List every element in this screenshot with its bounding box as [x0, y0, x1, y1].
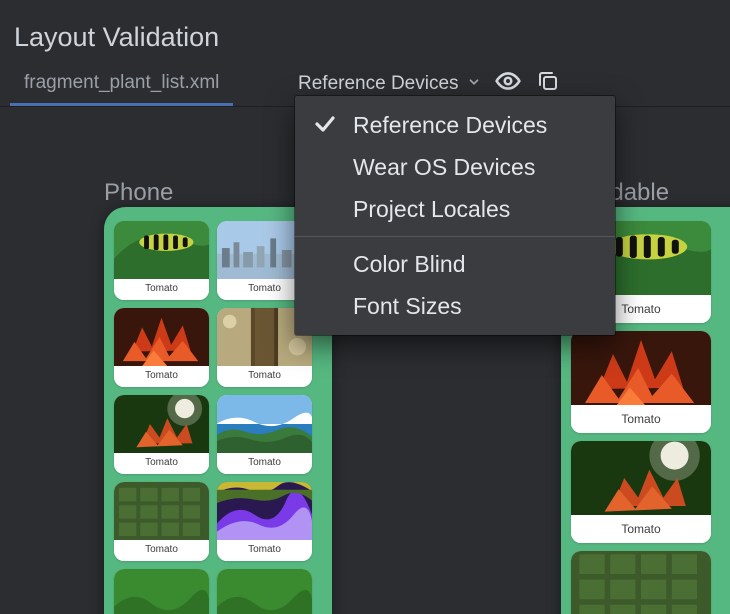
item-label: Tomato [114, 540, 209, 561]
list-item: Tomato [114, 308, 209, 387]
file-tab-label: fragment_plant_list.xml [24, 72, 219, 94]
menu-item-reference-devices[interactable]: Reference Devices [295, 104, 615, 146]
menu-item-label: Project Locales [353, 196, 510, 223]
item-label: Tomato [217, 540, 312, 561]
thumbnail-image [571, 331, 711, 405]
copy-icon [536, 69, 560, 99]
menu-item-label: Font Sizes [353, 293, 462, 320]
item-label: Tomato [114, 366, 209, 387]
list-item: Tomato [217, 482, 312, 561]
menu-separator [295, 236, 615, 237]
list-item: Tomato [114, 569, 209, 614]
list-item: Tomato [114, 221, 209, 300]
thumbnail-image [114, 308, 209, 366]
thumbnail-image [217, 569, 312, 614]
item-label: Tomato [571, 515, 711, 543]
menu-item-font-sizes[interactable]: Font Sizes [295, 285, 615, 327]
list-item: Tomato [571, 551, 711, 614]
dropdown-label: Reference Devices [298, 73, 459, 95]
list-item: Tomato [571, 441, 711, 543]
thumbnail-image [571, 441, 711, 515]
copy-layouts-button[interactable] [535, 71, 561, 97]
thumbnail-image [114, 569, 209, 614]
thumbnail-image [114, 482, 209, 540]
list-item: Tomato [114, 482, 209, 561]
list-item: Tomato [114, 395, 209, 474]
item-label: Tomato [217, 366, 312, 387]
check-icon [313, 112, 337, 136]
thumbnail-image [114, 395, 209, 453]
chevron-down-icon [467, 73, 481, 95]
thumbnail-image [217, 482, 312, 540]
thumbnail-image [114, 221, 209, 279]
list-item: Tomato [571, 331, 711, 433]
panel-title: Layout Validation [14, 22, 219, 53]
validation-mode-dropdown[interactable]: Reference Devices [298, 73, 481, 95]
preview-label-phone: Phone [104, 179, 173, 207]
menu-item-label: Wear OS Devices [353, 154, 535, 181]
menu-item-project-locales[interactable]: Project Locales [295, 188, 615, 230]
item-label: Tomato [114, 453, 209, 474]
menu-item-color-blind[interactable]: Color Blind [295, 243, 615, 285]
thumbnail-image [217, 395, 312, 453]
list-item: Tomato [217, 395, 312, 474]
file-tab[interactable]: fragment_plant_list.xml [10, 62, 233, 106]
menu-item-wear-os[interactable]: Wear OS Devices [295, 146, 615, 188]
menu-item-label: Color Blind [353, 251, 466, 278]
menu-item-label: Reference Devices [353, 112, 547, 139]
item-label: Tomato [571, 405, 711, 433]
visibility-toggle-button[interactable] [495, 71, 521, 97]
item-label: Tomato [217, 453, 312, 474]
thumbnail-image [571, 551, 711, 614]
validation-mode-menu: Reference Devices Wear OS Devices Projec… [295, 96, 615, 335]
item-label: Tomato [114, 279, 209, 300]
list-item: Tomato [217, 569, 312, 614]
